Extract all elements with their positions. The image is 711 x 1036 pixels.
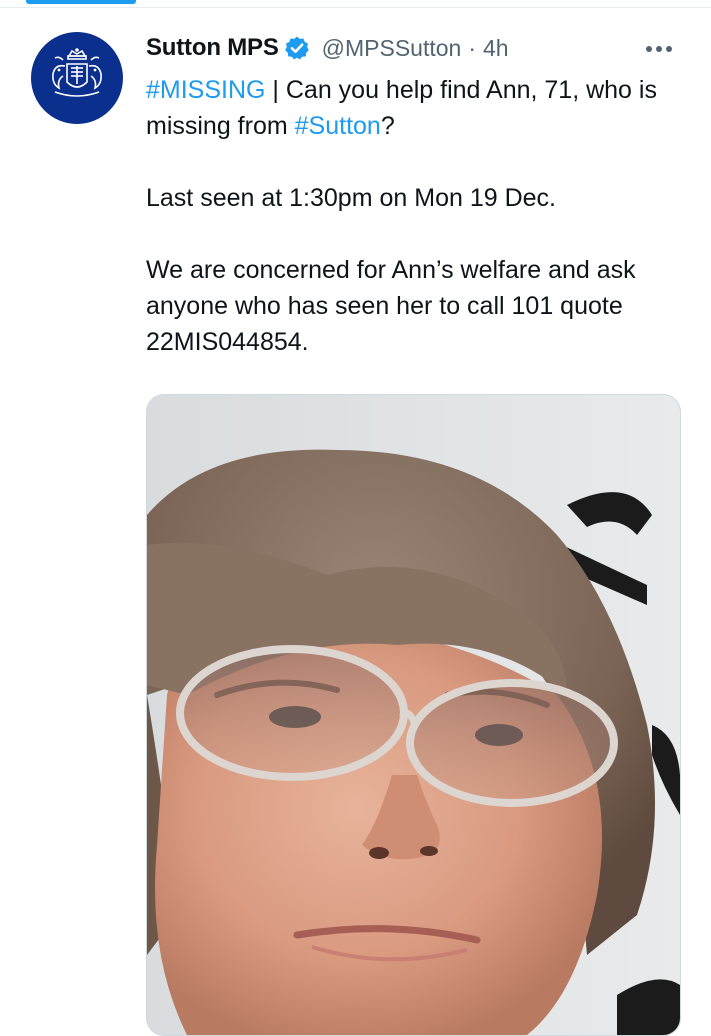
divider (0, 7, 711, 8)
portrait-photo (147, 395, 680, 1035)
tweet-text-part: ? (380, 112, 395, 140)
author-handle[interactable]: @MPSSutton (322, 35, 462, 62)
verified-badge-icon (284, 36, 309, 60)
author-name[interactable]: Sutton MPS (146, 34, 279, 62)
tweet-paragraph-1: #MISSING | Can you help find Ann, 71, wh… (146, 72, 691, 144)
tweet-paragraph-3: We are concerned for Ann’s welfare and a… (146, 256, 636, 356)
avatar[interactable] (31, 32, 123, 124)
tweet-header: Sutton MPS @MPSSutton · 4h (146, 30, 509, 66)
tweet-photo[interactable] (146, 394, 681, 1036)
more-options-icon[interactable] (646, 42, 682, 56)
police-crest-icon (52, 48, 102, 97)
tweet-paragraph-2: Last seen at 1:30pm on Mon 19 Dec. (146, 184, 556, 212)
hashtag-sutton[interactable]: #Sutton (295, 112, 381, 140)
separator: · (468, 34, 477, 61)
timestamp[interactable]: 4h (483, 35, 509, 62)
hashtag-missing[interactable]: #MISSING (146, 76, 265, 104)
active-tab-indicator (26, 0, 136, 4)
tweet-text: #MISSING | Can you help find Ann, 71, wh… (146, 72, 691, 360)
